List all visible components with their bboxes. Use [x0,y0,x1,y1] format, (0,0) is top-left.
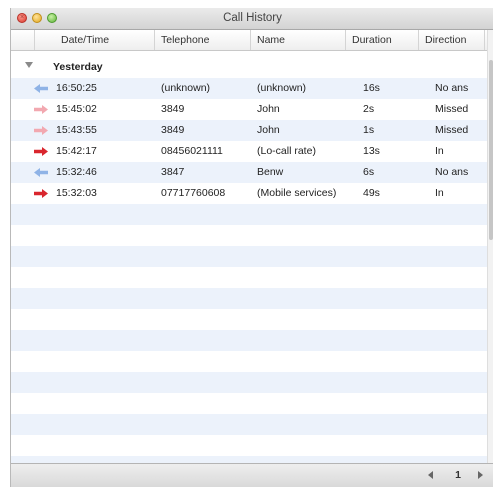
call-duration: 6s [363,166,375,178]
call-duration: 16s [363,82,380,94]
row-stripe [11,225,493,246]
call-direction: Missed [435,103,469,115]
call-row[interactable]: 15:32:03 07717760608 (Mobile services) 49s I… [11,183,493,204]
row-stripe [11,309,493,330]
call-duration: 13s [363,145,380,157]
call-direction: In [435,145,444,157]
call-row[interactable]: 15:45:02 3849 John 2s Missed [11,99,493,120]
row-stripe [11,267,493,288]
call-direction: No ans [435,166,469,178]
table-header: Date/Time Telephone Name Duration Direct… [11,30,493,51]
column-header-name[interactable]: Name [250,30,345,50]
window-title: Call History [223,12,282,24]
page-number: 1 [455,469,461,481]
row-stripe [11,204,493,225]
call-telephone: 3849 [161,124,185,136]
call-time: 16:50:25 [56,82,97,94]
arrow-outgoing-icon [34,84,48,93]
call-row[interactable]: 15:32:46 3847 Benw 6s No ans [11,162,493,183]
call-duration: 49s [363,187,380,199]
column-header-duration[interactable]: Duration [345,30,418,50]
call-time: 15:42:17 [56,145,97,157]
call-time: 15:43:55 [56,124,97,136]
arrow-missed-icon [34,105,48,114]
next-page-icon[interactable] [478,471,483,479]
call-time: 15:45:02 [56,103,97,115]
column-header-datetime[interactable]: Date/Time [34,30,154,50]
call-name: (Lo-call rate) [257,145,316,157]
row-stripe [11,351,493,372]
row-stripe [11,414,493,435]
previous-page-icon[interactable] [428,471,433,479]
row-stripe [11,435,493,456]
row-stripe [11,246,493,267]
row-stripe [11,393,493,414]
arrow-incoming-icon [34,189,48,198]
row-stripe [11,372,493,393]
footer-bar: 1 [11,463,493,487]
call-time: 15:32:03 [56,187,97,199]
column-header-direction[interactable]: Direction [418,30,484,50]
call-row[interactable]: 15:43:55 3849 John 1s Missed [11,120,493,141]
column-header-icon[interactable] [11,30,34,50]
call-direction: Missed [435,124,469,136]
call-telephone: 3849 [161,103,185,115]
call-telephone: (unknown) [161,82,211,94]
call-name: John [257,103,280,115]
scrollbar-thumb[interactable] [489,60,493,240]
call-list[interactable]: Yesterday 16:50:25 (unknown) (unknown) 16s N… [11,51,493,464]
group-label: Yesterday [53,61,103,73]
row-stripe [11,330,493,351]
group-row-yesterday[interactable]: Yesterday [11,57,493,77]
call-row[interactable]: 15:42:17 08456021111 (Lo-call rate) 13s In [11,141,493,162]
arrow-incoming-icon [34,147,48,156]
call-history-window: × Call History Date/Time Telephone Name … [10,8,493,487]
row-stripe [11,288,493,309]
arrow-missed-icon [34,126,48,135]
call-name: (Mobile services) [257,187,337,199]
call-direction: In [435,187,444,199]
call-name: Benw [257,166,284,178]
call-name: (unknown) [257,82,307,94]
call-duration: 1s [363,124,375,136]
call-direction: No ans [435,82,469,94]
call-telephone: 07717760608 [161,187,226,199]
vertical-scrollbar[interactable] [487,30,493,464]
call-time: 15:32:46 [56,166,97,178]
column-header-telephone[interactable]: Telephone [154,30,250,50]
call-telephone: 08456021111 [161,145,223,157]
disclosure-triangle-icon[interactable] [25,62,33,68]
call-telephone: 3847 [161,166,185,178]
call-duration: 2s [363,103,375,115]
call-name: John [257,124,280,136]
title-bar[interactable]: × Call History [11,8,493,30]
call-row[interactable]: 16:50:25 (unknown) (unknown) 16s No ans [11,78,493,99]
arrow-outgoing-icon [34,168,48,177]
